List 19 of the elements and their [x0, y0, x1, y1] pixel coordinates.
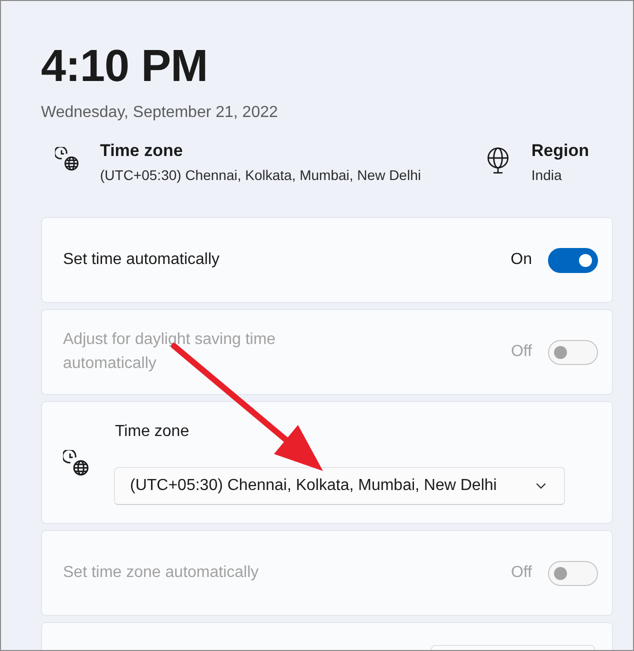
current-time: 4:10 PM [41, 39, 208, 93]
toggle-state-label: Off [510, 563, 532, 583]
clock-globe-icon [55, 147, 79, 171]
chevron-down-icon [536, 482, 546, 488]
clock-globe-icon [63, 450, 89, 476]
setting-label: Adjust for daylight saving time automatically [63, 330, 277, 374]
toggle-switch[interactable] [548, 248, 598, 272]
setting-label: Set time zone automatically [63, 563, 259, 583]
summary-value: (UTC+05:30) Chennai, Kolkata, Mumbai, New Delhi [100, 166, 421, 185]
setting-label: Set time automatically [63, 250, 220, 270]
toggle-state-label: Off [510, 342, 532, 362]
summary-value: India [531, 166, 562, 185]
globe-icon [486, 147, 510, 174]
setting-label: Time zone [115, 422, 190, 442]
toggle-state-label: On [510, 250, 532, 270]
time-zone-dropdown[interactable]: (UTC+05:30) Chennai, Kolkata, Mumbai, New Delhi [114, 466, 565, 504]
summary-title: Region [531, 140, 589, 162]
current-date: Wednesday, September 21, 2022 [41, 103, 278, 123]
summary-title: Time zone [100, 140, 183, 162]
